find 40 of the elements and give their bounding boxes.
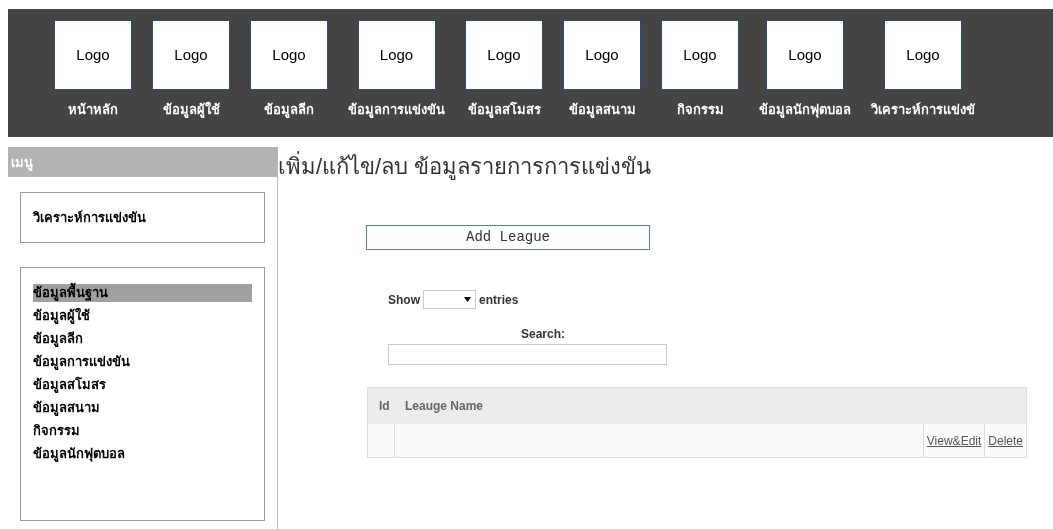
sidebar-item[interactable]: ข้อมูลการแข่งขัน [33,353,252,371]
logo-placeholder[interactable]: Logo [152,20,230,90]
logo-placeholder[interactable]: Logo [54,20,132,90]
nav-link[interactable]: ข้อมูลสโมสร [467,100,541,120]
sidebar-item[interactable]: ข้อมูลผู้ใช้ [33,307,252,325]
sidebar-header: เมนู [8,147,278,177]
page-title: เพิ่ม/แก้ไข/ลบ ข้อมูลรายการการแข่งขัน [278,152,1053,182]
nav-link[interactable]: ข้อมูลสนาม [568,100,636,120]
sidebar-item[interactable]: ข้อมูลนักฟุตบอล [33,445,252,463]
nav-link[interactable]: วิเคราะห์การแข่งขั [871,100,975,120]
entries-label: entries [479,291,519,309]
logo-placeholder[interactable]: Logo [884,20,962,90]
sidebar-item[interactable]: ข้อมูลพื้นฐาน [33,284,252,302]
sidebar-item[interactable]: ข้อมูลลีก [33,330,252,348]
nav-link[interactable]: หน้าหลัก [68,100,118,120]
delete-link[interactable]: Delete [988,431,1023,450]
nav-link[interactable]: ข้อมูลการแข่งขัน [348,100,445,120]
sidebar-item[interactable]: ข้อมูลสโมสร [33,376,252,394]
column-header[interactable]: Leauge Name [395,396,484,415]
logo-placeholder[interactable]: Logo [563,20,641,90]
nav-link[interactable]: ข้อมูลนักฟุตบอล [759,100,851,120]
dropdown-arrow-icon [464,297,471,302]
sidebar-item[interactable]: ข้อมูลสนาม [33,399,252,417]
entries-select[interactable] [423,290,476,309]
logo-placeholder[interactable]: Logo [250,20,328,90]
add-league-button[interactable]: Add League [366,225,650,250]
search-label: Search: [521,326,566,343]
column-header[interactable]: Id [368,396,395,415]
nav-link[interactable]: กิจกรรม [676,100,724,120]
logo-placeholder[interactable]: Logo [465,20,543,90]
show-label: Show [388,291,420,309]
logo-placeholder[interactable]: Logo [357,20,436,90]
nav-link[interactable]: ข้อมูลลีก [264,100,314,120]
sidebar-link[interactable]: วิเคราะห์การแข่งขัน [33,207,146,228]
view-edit-link[interactable]: View&Edit [926,431,982,450]
sidebar-item[interactable]: กิจกรรม [33,422,252,440]
search-field[interactable] [388,344,667,365]
nav-link[interactable]: ข้อมูลผู้ใช้ [162,100,220,120]
logo-placeholder[interactable]: Logo [661,20,739,90]
logo-placeholder[interactable]: Logo [766,20,844,90]
